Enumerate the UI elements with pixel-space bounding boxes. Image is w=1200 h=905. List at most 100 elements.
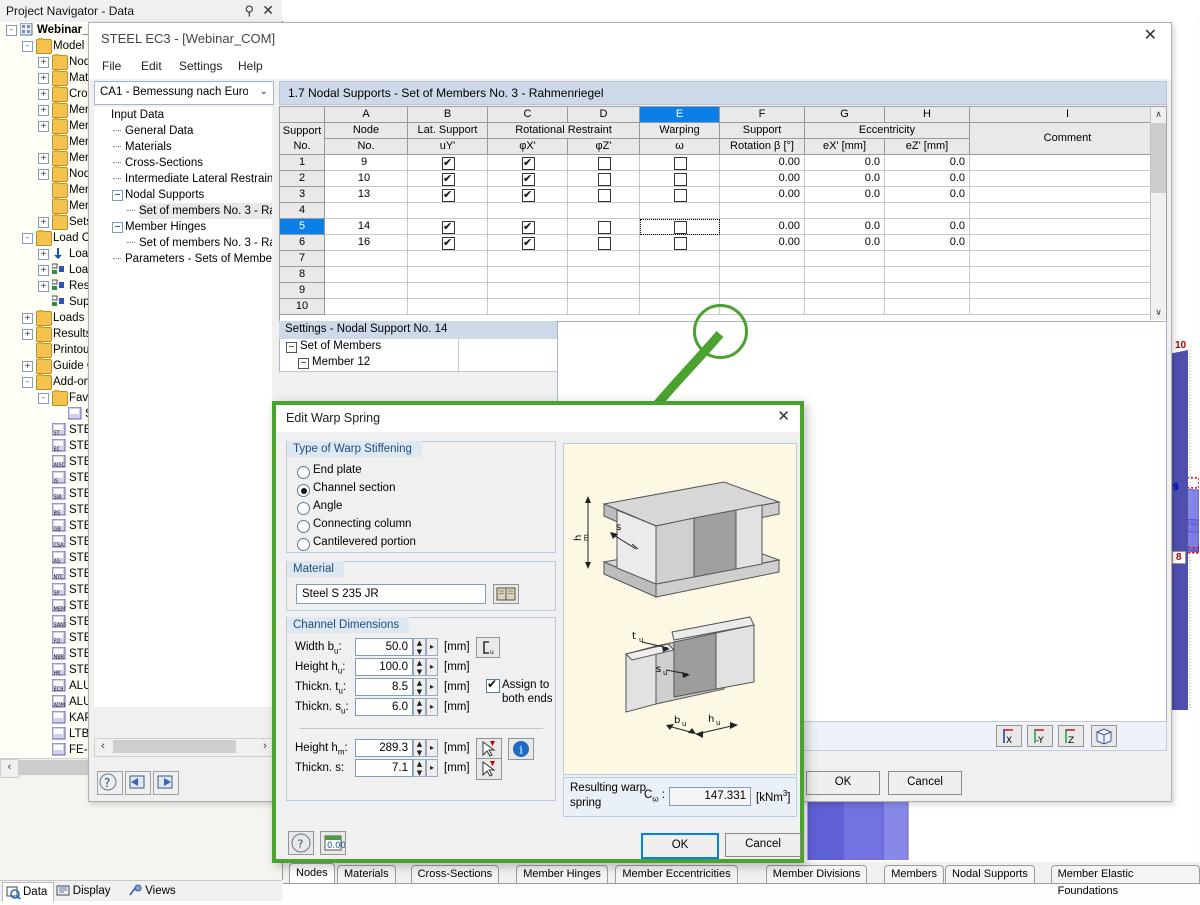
- bottom-tab-member-elastic-foundations[interactable]: Member Elastic Foundations: [1051, 865, 1200, 883]
- grid-cell[interactable]: 0.0: [885, 219, 970, 235]
- grid-cell[interactable]: [325, 267, 408, 283]
- grid-cell[interactable]: 10: [325, 171, 408, 187]
- grid-cell[interactable]: [488, 283, 568, 299]
- grid-cell[interactable]: [720, 251, 805, 267]
- grid-row-header[interactable]: 5: [280, 219, 325, 235]
- thickness-s-stepper[interactable]: ▲▼: [413, 759, 426, 777]
- next-icon[interactable]: [153, 771, 179, 795]
- grid-cell[interactable]: 9: [325, 155, 408, 171]
- steel-tree-item[interactable]: Cross-Sections: [94, 155, 272, 171]
- grid-cell[interactable]: [488, 219, 568, 235]
- axis-y-icon[interactable]: -Y: [1027, 725, 1053, 747]
- grid-cell[interactable]: [408, 251, 488, 267]
- grid-cell[interactable]: [640, 171, 720, 187]
- steel-navigation-tree[interactable]: Input DataGeneral DataMaterialsCross-Sec…: [94, 107, 272, 707]
- height-hm-stepper[interactable]: ▲▼: [413, 739, 426, 757]
- navigator-tabs[interactable]: DataDisplayViews: [0, 880, 282, 901]
- navigator-tab-views[interactable]: Views: [125, 882, 181, 900]
- grid-cell[interactable]: [640, 155, 720, 171]
- close-icon[interactable]: ✕: [1144, 28, 1157, 44]
- grid-cell[interactable]: 13: [325, 187, 408, 203]
- grid-cell[interactable]: [885, 203, 970, 219]
- grid-cell[interactable]: 0.00: [720, 235, 805, 251]
- channel-profile-icon[interactable]: u: [476, 637, 500, 658]
- grid-cell[interactable]: [885, 299, 970, 315]
- grid-cell[interactable]: [720, 267, 805, 283]
- steel-tree-item[interactable]: Set of members No. 3 - Rahmenriegel: [94, 203, 272, 219]
- grid-cell[interactable]: [488, 267, 568, 283]
- grid-cell[interactable]: [640, 251, 720, 267]
- grid-checkbox[interactable]: [442, 173, 455, 186]
- expand-icon[interactable]: +: [38, 217, 49, 228]
- grid-checkbox[interactable]: [442, 189, 455, 202]
- expand-icon[interactable]: +: [38, 169, 49, 180]
- grid-cell[interactable]: [568, 283, 640, 299]
- grid-cell[interactable]: [805, 299, 885, 315]
- grid-checkbox[interactable]: [442, 157, 455, 170]
- grid-cell[interactable]: 0.0: [805, 155, 885, 171]
- grid-cell[interactable]: [970, 219, 1166, 235]
- collapse-icon[interactable]: −: [286, 342, 297, 353]
- pick-from-model-icon[interactable]: [476, 758, 502, 780]
- collapse-icon[interactable]: -: [22, 377, 33, 388]
- radio-connecting-column[interactable]: [297, 520, 310, 533]
- grid-cell[interactable]: [970, 283, 1166, 299]
- design-case-combobox[interactable]: CA1 - Bemessung nach Eurocod ⌄: [94, 81, 274, 105]
- iso-cube-icon[interactable]: [1091, 725, 1117, 747]
- nodal-supports-grid[interactable]: ABCDEFGHISupportNo.NodeLat. SupportRotat…: [279, 106, 1167, 323]
- grid-cell[interactable]: [805, 267, 885, 283]
- grid-row-header[interactable]: 2: [280, 171, 325, 187]
- thickness-tu-more[interactable]: ▸: [426, 678, 438, 696]
- grid-column-header-H[interactable]: H: [885, 107, 970, 123]
- steel-tree-item[interactable]: Set of members No. 3 - Rahmenriegel: [94, 235, 272, 251]
- units-icon[interactable]: 0.00: [320, 831, 346, 855]
- grid-cell[interactable]: [568, 155, 640, 171]
- grid-cell[interactable]: [325, 251, 408, 267]
- grid-cell[interactable]: [970, 235, 1166, 251]
- grid-checkbox[interactable]: [674, 189, 687, 202]
- grid-cell[interactable]: [325, 283, 408, 299]
- grid-cell[interactable]: [568, 299, 640, 315]
- radio-channel-section[interactable]: [297, 484, 310, 497]
- expand-icon[interactable]: +: [22, 329, 33, 340]
- grid-cell[interactable]: [885, 267, 970, 283]
- bottom-tab-member-eccentricities[interactable]: Member Eccentricities: [615, 865, 737, 883]
- grid-row-header[interactable]: 3: [280, 187, 325, 203]
- grid-checkbox[interactable]: [522, 237, 535, 250]
- menu-edit[interactable]: Edit: [141, 59, 162, 73]
- collapse-icon[interactable]: -: [38, 393, 49, 404]
- thickness-su-more[interactable]: ▸: [426, 698, 438, 716]
- grid-cell[interactable]: [568, 203, 640, 219]
- grid-cell[interactable]: 0.0: [805, 171, 885, 187]
- grid-column-header-A[interactable]: A: [325, 107, 408, 123]
- height-hu-more[interactable]: ▸: [426, 658, 438, 676]
- previous-icon[interactable]: [125, 771, 151, 795]
- grid-cell[interactable]: 0.0: [885, 155, 970, 171]
- steel-menu-bar[interactable]: File Edit Settings Help: [89, 55, 1171, 79]
- steel-tree-hscrollbar[interactable]: ‹ ›: [94, 738, 274, 757]
- height-hm-input[interactable]: 289.3: [355, 739, 413, 757]
- grid-row-header[interactable]: 8: [280, 267, 325, 283]
- expand-icon[interactable]: +: [38, 73, 49, 84]
- grid-cell[interactable]: 0.0: [805, 187, 885, 203]
- scroll-thumb[interactable]: [1151, 123, 1166, 193]
- material-input[interactable]: Steel S 235 JR: [296, 584, 486, 604]
- bottom-tab-member-divisions[interactable]: Member Divisions: [766, 865, 867, 883]
- steel-tree-item[interactable]: Parameters - Sets of Members: [94, 251, 272, 267]
- thickness-s-input[interactable]: 7.1: [355, 759, 413, 777]
- grid-checkbox[interactable]: [442, 221, 455, 234]
- navigator-tab-display[interactable]: Display: [53, 882, 117, 900]
- width-bu-stepper[interactable]: ▲▼: [413, 638, 426, 656]
- grid-cell[interactable]: 0.0: [885, 235, 970, 251]
- grid-cell[interactable]: [408, 203, 488, 219]
- grid-cell[interactable]: [568, 267, 640, 283]
- thickness-tu-stepper[interactable]: ▲▼: [413, 678, 426, 696]
- axis-z-icon[interactable]: Z: [1058, 725, 1084, 747]
- grid-cell[interactable]: [408, 299, 488, 315]
- bottom-tab-members[interactable]: Members: [884, 865, 944, 883]
- grid-column-header-D[interactable]: D: [568, 107, 640, 123]
- radio-cantilevered-portion[interactable]: [297, 538, 310, 551]
- collapse-icon[interactable]: −: [112, 190, 123, 201]
- grid-checkbox[interactable]: [598, 221, 611, 234]
- grid-cell[interactable]: [970, 155, 1166, 171]
